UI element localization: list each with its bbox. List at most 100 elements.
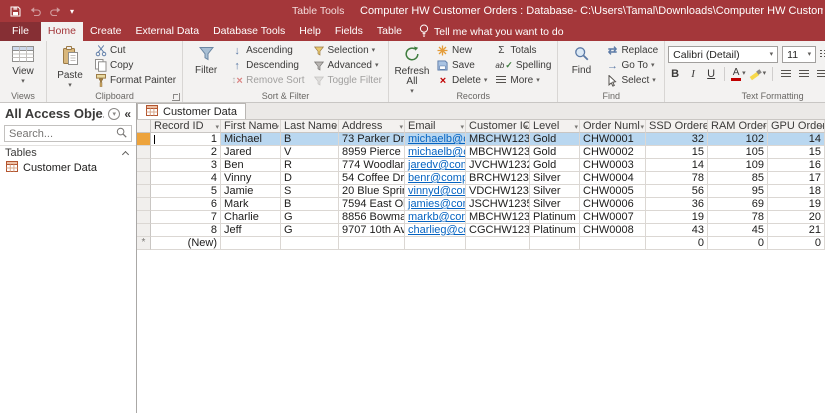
cell-order_number[interactable]: CHW0002 (580, 146, 646, 159)
filter-dropdown-icon[interactable]: ▾ (524, 122, 528, 133)
tab-file[interactable]: File (0, 22, 41, 41)
cell-customer_id[interactable]: MBCHW1236 (466, 211, 530, 224)
cell-record_id[interactable]: 2 (151, 146, 221, 159)
cell-address[interactable] (339, 237, 405, 250)
font-name-select[interactable]: Calibri (Detail) ▾ (668, 46, 778, 63)
row-selector[interactable] (137, 224, 151, 237)
view-button[interactable]: View ▾ (3, 43, 43, 85)
select-all-cell[interactable] (137, 120, 151, 133)
cell-ram_ordered[interactable]: 105 (708, 146, 768, 159)
cell-customer_id[interactable]: CGCHW1237 (466, 224, 530, 237)
copy-button[interactable]: Copy (92, 58, 179, 73)
cell-gpu_ordered[interactable]: 14 (768, 133, 825, 146)
highlight-button[interactable]: ▾ (750, 67, 767, 81)
row-selector[interactable]: * (137, 237, 151, 250)
document-tab-customer-data[interactable]: Customer Data (137, 103, 246, 119)
font-color-button[interactable]: A▾ (731, 67, 746, 81)
cell-ram_ordered[interactable]: 102 (708, 133, 768, 146)
cell-first_name[interactable]: Jeff (221, 224, 281, 237)
redo-icon[interactable] (50, 7, 61, 16)
tab-help[interactable]: Help (292, 22, 328, 41)
cell-ssd_ordered[interactable]: 19 (646, 211, 708, 224)
row-selector[interactable] (137, 133, 151, 146)
row-selector[interactable] (137, 146, 151, 159)
cell-last_name[interactable]: G (281, 224, 339, 237)
find-button[interactable]: Find (561, 43, 601, 76)
column-header-customer_id[interactable]: Customer IC▾ (466, 120, 530, 133)
cell-ram_ordered[interactable]: 85 (708, 172, 768, 185)
column-header-gpu_ordered[interactable]: GPU Ordere▾ (768, 120, 825, 133)
ascending-button[interactable]: ↓ Ascending (228, 43, 307, 58)
cell-level[interactable]: Silver (530, 185, 580, 198)
tab-create[interactable]: Create (83, 22, 129, 41)
cell-order_number[interactable] (580, 237, 646, 250)
save-icon[interactable] (10, 6, 21, 17)
cell-ram_ordered[interactable]: 78 (708, 211, 768, 224)
font-size-select[interactable]: 11 ▾ (782, 46, 816, 63)
cell-email[interactable]: michaelb@cor (405, 133, 466, 146)
cell-customer_id[interactable] (466, 237, 530, 250)
tab-home[interactable]: Home (41, 22, 83, 41)
shutter-close-icon[interactable]: « (124, 107, 131, 121)
undo-icon[interactable] (30, 7, 41, 16)
row-selector[interactable] (137, 211, 151, 224)
qat-customize-icon[interactable]: ▾ (70, 7, 74, 16)
cell-first_name[interactable] (221, 237, 281, 250)
cell-ram_ordered[interactable]: 69 (708, 198, 768, 211)
toggle-filter-button[interactable]: Toggle Filter (310, 73, 385, 88)
cell-level[interactable]: Gold (530, 159, 580, 172)
nav-item-customer-data[interactable]: Customer Data (0, 160, 136, 175)
cell-ram_ordered[interactable]: 45 (708, 224, 768, 237)
cell-record_id[interactable]: (New) (151, 237, 221, 250)
cell-ssd_ordered[interactable]: 15 (646, 146, 708, 159)
cell-record_id[interactable]: 1 (151, 133, 221, 146)
filter-dropdown-icon[interactable]: ▾ (215, 122, 219, 133)
cell-customer_id[interactable]: JVCHW1232 (466, 159, 530, 172)
cell-last_name[interactable] (281, 237, 339, 250)
cell-first_name[interactable]: Vinny (221, 172, 281, 185)
align-center-button[interactable] (797, 67, 811, 81)
select-button[interactable]: Select ▾ (603, 73, 661, 88)
cell-first_name[interactable]: Jared (221, 146, 281, 159)
tab-database-tools[interactable]: Database Tools (206, 22, 292, 41)
cell-gpu_ordered[interactable]: 18 (768, 185, 825, 198)
goto-button[interactable]: → Go To ▾ (603, 58, 661, 73)
filter-dropdown-icon[interactable]: ▾ (574, 122, 578, 133)
tab-external-data[interactable]: External Data (128, 22, 206, 41)
cell-level[interactable] (530, 237, 580, 250)
nav-search-box[interactable]: Search... (4, 125, 132, 142)
new-record-button[interactable]: New (434, 43, 490, 58)
cell-customer_id[interactable]: BRCHW1233 (466, 172, 530, 185)
filter-dropdown-icon[interactable]: ▾ (762, 122, 766, 133)
cell-last_name[interactable]: V (281, 146, 339, 159)
cell-first_name[interactable]: Ben (221, 159, 281, 172)
selection-button[interactable]: Selection ▾ (310, 43, 385, 58)
column-header-record_id[interactable]: Record ID▾ (151, 120, 221, 133)
descending-button[interactable]: ↑ Descending (228, 58, 307, 73)
cell-record_id[interactable]: 8 (151, 224, 221, 237)
cell-record_id[interactable]: 4 (151, 172, 221, 185)
tab-fields[interactable]: Fields (328, 22, 370, 41)
cell-last_name[interactable]: B (281, 198, 339, 211)
cell-ssd_ordered[interactable]: 56 (646, 185, 708, 198)
align-left-button[interactable] (779, 67, 793, 81)
column-header-first_name[interactable]: First Name▾ (221, 120, 281, 133)
cell-level[interactable]: Platinum (530, 224, 580, 237)
column-header-last_name[interactable]: Last Name▾ (281, 120, 339, 133)
replace-button[interactable]: ⇄ Replace (603, 43, 661, 58)
filter-dropdown-icon[interactable]: ▾ (333, 122, 337, 133)
delete-record-button[interactable]: × Delete ▾ (434, 73, 490, 88)
cell-order_number[interactable]: CHW0007 (580, 211, 646, 224)
cell-order_number[interactable]: CHW0003 (580, 159, 646, 172)
cell-gpu_ordered[interactable]: 16 (768, 159, 825, 172)
cell-order_number[interactable]: CHW0001 (580, 133, 646, 146)
cell-order_number[interactable]: CHW0005 (580, 185, 646, 198)
tab-table[interactable]: Table (370, 22, 409, 41)
cell-address[interactable]: 774 Woodland (339, 159, 405, 172)
totals-button[interactable]: Σ Totals (492, 43, 554, 58)
cell-first_name[interactable]: Michael (221, 133, 281, 146)
cell-record_id[interactable]: 6 (151, 198, 221, 211)
cell-customer_id[interactable]: JSCHW1235 (466, 198, 530, 211)
cell-ssd_ordered[interactable]: 43 (646, 224, 708, 237)
cell-level[interactable]: Silver (530, 198, 580, 211)
